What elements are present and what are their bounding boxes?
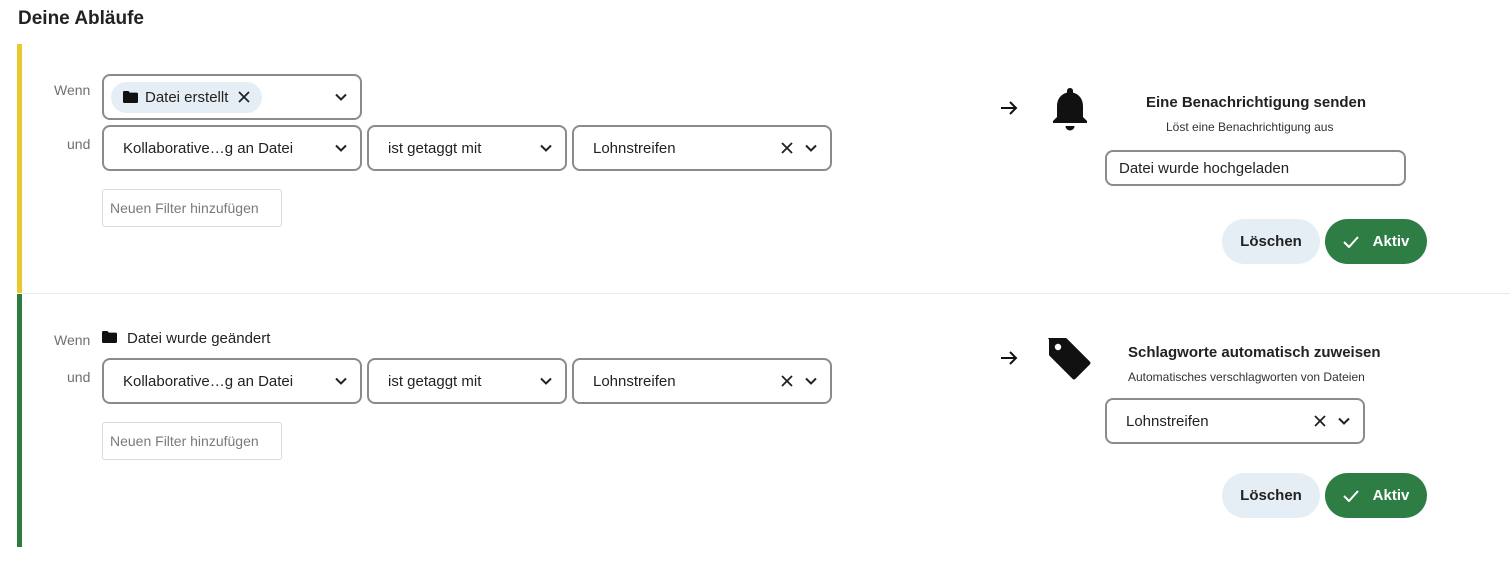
notification-text-input[interactable]: Datei wurde hochgeladen [1105,150,1406,186]
chevron-down-icon [1338,417,1350,425]
filter-attribute-select[interactable]: Kollaborative…g an Datei [102,358,362,404]
and-label: und [67,136,91,152]
bell-icon [1053,88,1087,131]
action-title: Eine Benachrichtigung senden [1146,94,1367,111]
active-toggle-button[interactable]: Aktiv [1325,219,1427,264]
trigger-label: Datei wurde geändert [127,330,271,347]
filter-value-select[interactable]: Lohnstreifen [572,125,832,171]
clear-icon[interactable] [780,374,794,388]
arrow-right-icon [1001,351,1018,365]
active-toggle-button[interactable]: Aktiv [1325,473,1427,518]
filter-operator-value: ist getaggt mit [388,139,482,157]
chevron-down-icon [805,377,817,385]
filter-attribute-value: Kollaborative…g an Datei [123,139,294,157]
chevron-down-icon [805,144,817,152]
filter-operator-value: ist getaggt mit [388,372,482,390]
and-label: und [67,369,91,385]
chevron-down-icon [540,144,552,152]
remove-chip-icon[interactable] [238,91,251,103]
filter-attribute-select[interactable]: Kollaborative…g an Datei [102,125,362,171]
page-title: Deine Abläufe [18,8,144,29]
filter-operator-select[interactable]: ist getaggt mit [367,125,567,171]
action-title: Schlagworte automatisch zuweisen [1128,344,1381,361]
active-label: Aktiv [1372,233,1410,250]
filter-value-value: Lohnstreifen [593,372,676,390]
trigger-chip: Datei erstellt [111,81,263,113]
folder-icon [123,91,138,103]
chevron-down-icon [335,93,347,101]
active-label: Aktiv [1372,487,1410,504]
delete-button[interactable]: Löschen [1222,219,1320,264]
clear-icon[interactable] [1313,414,1327,428]
when-label: Wenn [54,82,91,98]
action-description: Löst eine Benachrichtigung aus [1166,120,1334,134]
tag-select-value: Lohnstreifen [1126,412,1209,430]
tag-select[interactable]: Lohnstreifen [1105,398,1365,444]
trigger-select[interactable]: Datei erstellt [102,74,362,120]
check-icon [1342,235,1359,248]
check-icon [1342,489,1359,502]
clear-icon[interactable] [780,141,794,155]
folder-icon [102,331,117,343]
action-description: Automatisches verschlagworten von Dateie… [1128,370,1365,384]
trigger-chip-label: Datei erstellt [145,88,229,106]
delete-button[interactable]: Löschen [1222,473,1320,518]
filter-value-select[interactable]: Lohnstreifen [572,358,832,404]
chevron-down-icon [335,144,347,152]
arrow-right-icon [1001,101,1018,115]
chevron-down-icon [335,377,347,385]
filter-operator-select[interactable]: ist getaggt mit [367,358,567,404]
when-label: Wenn [54,332,91,348]
tag-icon [1048,338,1091,380]
filter-value-value: Lohnstreifen [593,139,676,157]
filter-attribute-value: Kollaborative…g an Datei [123,372,294,390]
add-filter-input[interactable]: Neuen Filter hinzufügen [102,189,282,227]
add-filter-input[interactable]: Neuen Filter hinzufügen [102,422,282,460]
chevron-down-icon [540,377,552,385]
